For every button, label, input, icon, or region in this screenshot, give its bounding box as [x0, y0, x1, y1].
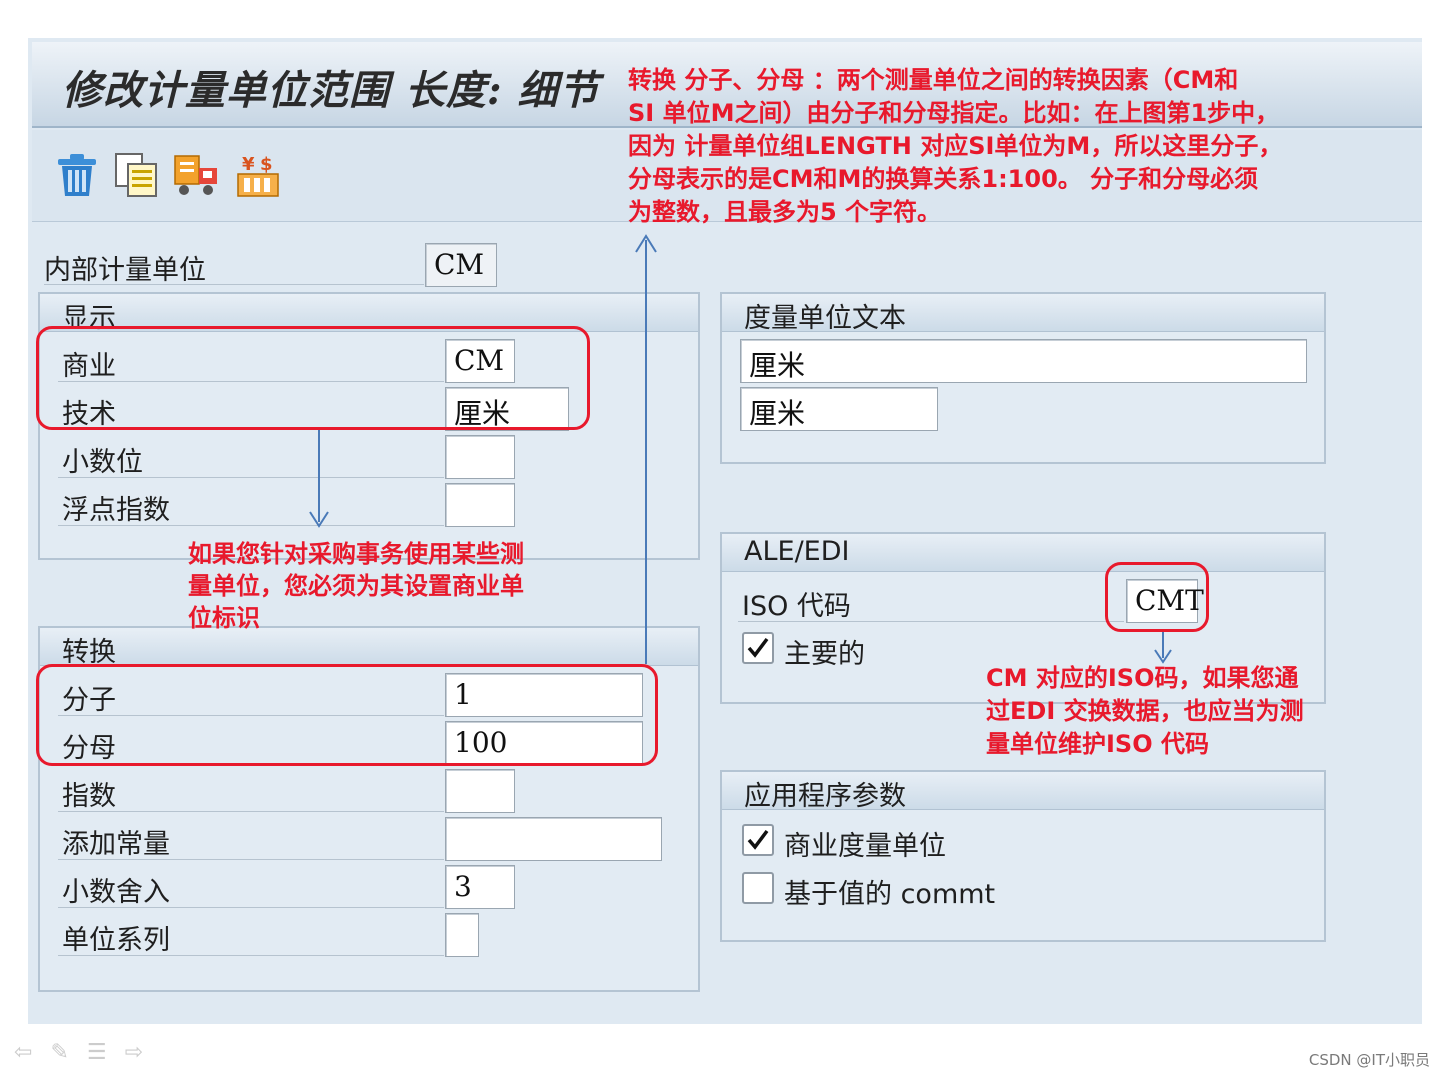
annotation-conversion: 转换 分子、分母 ：两个测量单位之间的转换因素（CM和 SI 单位M之间）由分子… [628, 64, 1388, 229]
annotation-line: 转换 分子、分母 ：两个测量单位之间的转换因素（CM和 [628, 66, 1239, 94]
slide-nav: ⇦ ✎ ☰ ⇨ [14, 1040, 161, 1065]
annotation-line: SI 单位M之间）由分子和分母指定。比如：在上图第1步中， [628, 99, 1280, 127]
annotation-commercial: 如果您针对采购事务使用某些测 量单位，您必须为其设置商业单 位标识 [188, 538, 608, 634]
pen-icon[interactable]: ✎ [50, 1040, 68, 1065]
annotation-line: 如果您针对采购事务使用某些测 [188, 540, 524, 568]
annotation-line: 量单位，您必须为其设置商业单 [188, 572, 524, 600]
annotation-line: 量单位维护ISO 代码 [986, 730, 1209, 758]
watermark: CSDN @IT小职员 [1308, 1051, 1430, 1069]
next-arrow-icon[interactable]: ⇨ [125, 1040, 143, 1065]
annotation-line: 分母表示的是CM和M的换算关系1:100。 分子和分母必须 [628, 165, 1259, 193]
menu-icon[interactable]: ☰ [87, 1040, 107, 1065]
annotation-line: 因为 计量单位组LENGTH 对应SI单位为M，所以这里分子， [628, 132, 1283, 160]
prev-arrow-icon[interactable]: ⇦ [14, 1040, 32, 1065]
annotation-line: CM 对应的ISO码，如果您通 [986, 664, 1299, 692]
annotation-iso: CM 对应的ISO码，如果您通 过EDI 交换数据，也应当为测 量单位维护ISO… [986, 662, 1386, 761]
annotation-line: 过EDI 交换数据，也应当为测 [986, 697, 1304, 725]
annotation-line: 为整数，且最多为5 个字符。 [628, 198, 942, 226]
annotation-line: 位标识 [188, 604, 260, 632]
